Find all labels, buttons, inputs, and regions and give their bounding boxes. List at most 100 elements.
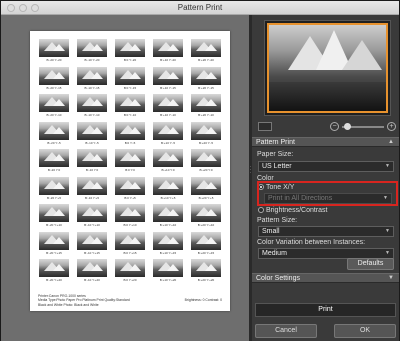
pattern-cell: B:0 Y:+5 [113,176,147,203]
pattern-cell: B:-10 Y:+10 [75,204,109,230]
minus-icon[interactable]: − [330,122,339,131]
pattern-thumbnail [115,149,145,168]
pattern-thumbnail [77,94,107,113]
pattern-cell: B:-10 Y:+5 [75,176,109,203]
pattern-cell: B:-10 Y:+15 [75,231,109,258]
pattern-cell-label: B:0 Y:-10 [123,113,137,118]
pattern-cell-label: B:+10 Y:+5 [160,195,176,200]
pattern-cell: B:+20 Y:-10 [189,94,223,120]
color-settings-section-label: Color Settings [256,275,300,282]
color-variation-value: Medium [262,250,287,257]
pattern-cell: B:+20 Y:+5 [189,176,223,203]
view-toggle-icon[interactable] [258,122,272,131]
footer-brightness: Brightness: 0 Contrast: 0 [184,297,222,302]
plus-icon[interactable]: + [387,122,396,131]
pattern-cell-label: B:0 Y:-20 [123,58,137,62]
color-settings-section-header[interactable]: Color Settings ▼ [252,273,399,283]
pattern-cell-label: B:+10 Y:+10 [159,223,177,228]
pattern-thumbnail [153,231,183,250]
pattern-cell-label: B:+10 Y:0 [161,168,175,173]
pattern-thumbnail [191,66,221,85]
pattern-cell-label: B:0 Y:-5 [124,140,136,145]
navigator-view-frame[interactable] [267,23,388,113]
zoom-slider-knob[interactable] [344,123,351,130]
pattern-thumbnail [115,259,145,278]
pattern-thumbnail [191,94,221,113]
pattern-thumbnail [77,259,107,278]
pattern-thumbnail [39,204,69,223]
pattern-cell-label: B:+10 Y:+15 [159,250,177,255]
pattern-cell: B:+10 Y:-15 [151,66,185,93]
print-button[interactable]: Print [255,303,396,317]
pattern-grid: B:-20 Y:-20 B:-10 Y:-20 B:0 Y:-20 B:+10 Y:-… [37,39,223,285]
pattern-thumbnail [39,149,69,168]
pattern-thumbnail [191,231,221,250]
pattern-thumbnail [153,149,183,168]
pattern-thumbnail [191,204,221,223]
pattern-cell-label: B:-10 Y:+15 [84,250,100,255]
navigator-thumbnail[interactable] [264,20,391,116]
pattern-cell-label: B:-20 Y:-20 [46,58,62,62]
defaults-button[interactable]: Defaults [347,258,394,270]
pattern-thumbnail [115,66,145,85]
pattern-thumbnail [77,149,107,168]
window-title: Pattern Print [177,3,223,12]
pattern-size-select[interactable]: Small ▼ [258,226,394,237]
pattern-cell: B:-10 Y:-10 [75,94,109,120]
radio-brightness-contrast[interactable]: Brightness/Contrast [258,207,327,214]
pattern-cell-label: B:-10 Y:+5 [84,195,100,200]
pattern-cell-label: B:0 Y:+5 [124,195,136,200]
pattern-cell-label: B:-10 Y:-5 [85,140,99,145]
pattern-cell: B:+10 Y:+20 [151,259,185,285]
pattern-cell-label: B:+20 Y:+20 [197,278,215,283]
pattern-cell-label: B:-20 Y:-15 [46,85,62,90]
pattern-cell-label: B:+10 Y:-15 [160,85,176,90]
pattern-thumbnail [39,94,69,113]
pattern-cell: B:0 Y:-5 [113,121,147,148]
pattern-thumbnail [77,231,107,250]
pattern-thumbnail [153,66,183,85]
pattern-cell: B:+20 Y:-15 [189,66,223,93]
pattern-thumbnail [39,231,69,250]
pattern-thumbnail [115,176,145,195]
pattern-cell: B:0 Y:-15 [113,66,147,93]
pattern-cell: B:0 Y:+10 [113,204,147,230]
pattern-thumbnail [153,94,183,113]
pattern-thumbnail [39,176,69,195]
pattern-thumbnail [115,94,145,113]
pattern-thumbnail [39,259,69,278]
paper-preview: B:-20 Y:-20 B:-10 Y:-20 B:0 Y:-20 B:+10 Y:-… [30,31,230,311]
pattern-print-section-header[interactable]: Pattern Print ▲ [252,137,399,147]
cancel-button[interactable]: Cancel [255,324,317,338]
paper-size-select[interactable]: US Letter ▼ [258,161,394,172]
pattern-cell-label: B:0 Y:-15 [123,85,137,90]
pattern-thumbnail [39,121,69,140]
triangle-up-icon[interactable]: ▲ [388,138,394,147]
pattern-cell: B:-10 Y:-20 [75,39,109,65]
ok-button[interactable]: OK [334,324,396,338]
pattern-cell-label: B:+20 Y:0 [199,168,213,173]
title-bar: Pattern Print [1,1,399,15]
pattern-cell: B:-10 Y:-15 [75,66,109,93]
pattern-thumbnail [77,176,107,195]
pattern-thumbnail [77,204,107,223]
pattern-cell: B:-20 Y:-5 [37,121,71,148]
pattern-cell-label: B:+20 Y:+15 [197,250,215,255]
pattern-cell: B:-20 Y:+5 [37,176,71,203]
pattern-size-value: Small [262,228,280,235]
pattern-cell-label: B:+20 Y:-20 [198,58,214,62]
highlight-annotation [257,181,398,206]
chevron-down-icon: ▼ [385,228,390,234]
pattern-cell-label: B:0 Y:+15 [123,250,137,255]
pattern-cell-label: B:-20 Y:-10 [46,113,62,118]
pattern-cell-label: B:-10 Y:-15 [84,85,100,90]
pattern-cell: B:+20 Y:+15 [189,231,223,258]
pattern-thumbnail [39,66,69,85]
pattern-thumbnail [153,39,183,57]
radio-unselected-icon[interactable] [258,207,264,213]
pattern-cell-label: B:+10 Y:-5 [160,140,176,145]
pattern-cell-label: B:-10 Y:-20 [84,58,100,62]
triangle-down-icon[interactable]: ▼ [388,274,394,283]
pattern-cell: B:+10 Y:+5 [151,176,185,203]
pattern-cell-label: B:0 Y:+20 [123,278,137,283]
